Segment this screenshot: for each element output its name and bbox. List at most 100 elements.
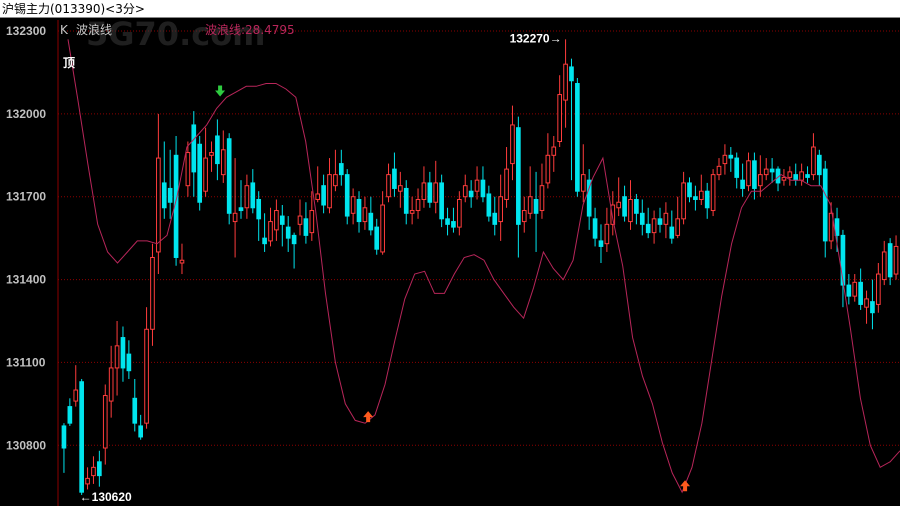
- candle-body-up: [144, 328, 149, 424]
- candle-body-down: [687, 182, 692, 198]
- candle-body-up: [185, 152, 191, 187]
- candle-body-down: [805, 174, 810, 178]
- candle-body-up: [852, 281, 858, 297]
- candle-body-down: [126, 353, 132, 372]
- candle-body-up: [811, 146, 816, 176]
- candle-body-down: [303, 218, 309, 236]
- candle-body-down: [97, 461, 102, 477]
- candle-body-down: [887, 243, 893, 278]
- candle-body-down: [657, 218, 663, 225]
- candle-body-down: [256, 198, 262, 220]
- candle-body-down: [374, 226, 380, 250]
- candle-body-up: [91, 466, 96, 477]
- candle-body-down: [67, 406, 73, 424]
- candle-body-down: [533, 198, 539, 214]
- candle-body-down: [61, 425, 67, 449]
- y-tick-label: 131700: [6, 190, 46, 204]
- candle-body-down: [226, 138, 232, 214]
- arrow-down-green-icon: [215, 85, 226, 97]
- wave-line-series: [67, 39, 900, 494]
- candle-body-up: [663, 212, 669, 225]
- candle-body-down: [793, 174, 799, 181]
- y-tick-label: 130800: [6, 438, 46, 452]
- candle-body-down: [822, 168, 828, 242]
- legend-indicator-name[interactable]: 波浪线: [76, 22, 112, 37]
- candle-body-up: [757, 174, 763, 187]
- candle-body-down: [575, 83, 580, 192]
- candle-body-up: [545, 154, 551, 184]
- candle-body-up: [268, 221, 273, 242]
- candle-body-down: [669, 226, 675, 239]
- candle-body-down: [622, 196, 627, 217]
- candle-body-up: [179, 259, 185, 264]
- candle-body-up: [398, 185, 403, 192]
- candle-body-down: [870, 301, 875, 314]
- candle-body-up: [722, 154, 728, 165]
- candle-body-down: [291, 234, 297, 245]
- candle-body-up: [716, 165, 722, 176]
- candle-body-down: [368, 212, 374, 231]
- candle-body-up: [203, 157, 208, 192]
- candle-body-down: [645, 223, 651, 234]
- candle-body-down: [344, 174, 350, 217]
- candle-body-down: [728, 154, 734, 159]
- candle-body-down: [480, 179, 486, 198]
- candle-body-down: [492, 212, 498, 225]
- high-annotation: 132270→: [510, 31, 562, 45]
- candle-body-up: [457, 198, 462, 228]
- candle-body-up: [156, 157, 161, 253]
- candle-body-up: [510, 124, 515, 165]
- candle-body-up: [563, 63, 568, 101]
- candle-body-down: [740, 179, 745, 189]
- candle-body-down: [704, 190, 710, 209]
- y-tick-label: 131400: [6, 273, 46, 287]
- top-signal-label: 顶: [63, 56, 75, 70]
- candle-body-up: [309, 210, 315, 234]
- candle-body-up: [386, 174, 391, 198]
- arrow-up-orange-icon: [680, 480, 691, 492]
- candle-body-up: [864, 298, 869, 308]
- candle-body-down: [238, 207, 244, 212]
- candle-body-down: [215, 135, 220, 165]
- candle-body-up: [114, 345, 120, 369]
- signal-markers: [215, 85, 691, 492]
- y-tick-label: 132000: [6, 107, 46, 121]
- candle-body-up: [421, 182, 427, 200]
- candle-body-down: [285, 226, 291, 239]
- candle-body-up: [521, 210, 527, 223]
- candle-body-up: [209, 152, 214, 156]
- candle-body-up: [710, 174, 716, 212]
- candle-body-up: [474, 179, 480, 192]
- candle-body-up: [415, 198, 421, 212]
- candle-body-up: [350, 196, 356, 214]
- candle-body-down: [161, 182, 167, 209]
- candle-body-down: [427, 182, 433, 203]
- candle-body-down: [486, 193, 492, 217]
- candle-body-down: [734, 157, 740, 178]
- candle-body-up: [274, 210, 279, 231]
- candle-body-up: [150, 256, 155, 330]
- candle-body-up: [297, 215, 303, 225]
- candle-body-up: [616, 201, 622, 209]
- kline-chart[interactable]: 132300132000131700131400131100130800 5G7…: [0, 0, 900, 506]
- candle-body-up: [580, 174, 586, 192]
- candle-body-down: [468, 190, 474, 198]
- candle-body-up: [681, 182, 686, 220]
- candle-body-down: [403, 187, 409, 214]
- candle-body-up: [893, 245, 899, 275]
- candle-body-down: [279, 215, 285, 225]
- candle-body-down: [439, 182, 444, 220]
- candle-body-up: [327, 174, 332, 209]
- candle-body-down: [769, 168, 775, 173]
- candle-body-down: [846, 284, 852, 297]
- candle-body-down: [197, 143, 203, 203]
- candle-body-up: [876, 273, 881, 305]
- candle-body-up: [604, 223, 610, 245]
- candle-body-up: [799, 171, 804, 181]
- candle-body-up: [504, 168, 509, 200]
- y-tick-label: 132300: [6, 24, 46, 38]
- candle-body-down: [79, 381, 84, 493]
- candle-body-up: [409, 210, 415, 214]
- candle-body-up: [220, 149, 226, 176]
- legend-k-label: K: [60, 23, 69, 37]
